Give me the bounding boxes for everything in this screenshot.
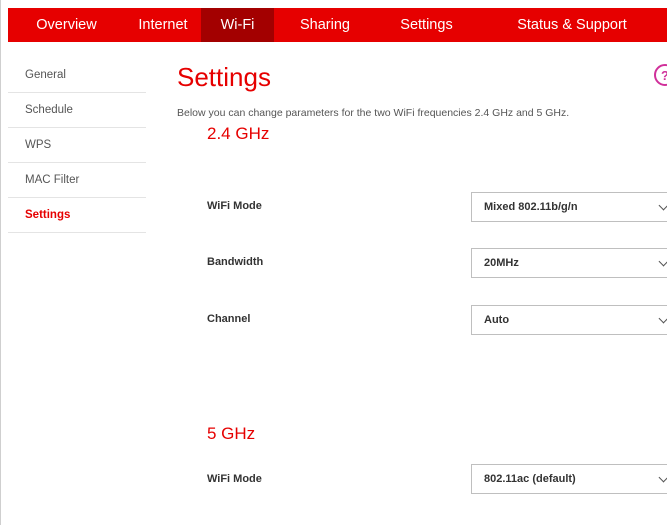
chevron-down-icon: [658, 200, 667, 211]
channel-label-2-4ghz: Channel: [207, 313, 251, 325]
wifi-mode-label-5ghz: WiFi Mode: [207, 473, 262, 485]
wifi-mode-select-2-4ghz[interactable]: Mixed 802.11b/g/n: [471, 192, 667, 222]
nav-settings[interactable]: Settings: [376, 8, 477, 42]
sidebar: General Schedule WPS MAC Filter Settings: [8, 58, 146, 233]
chevron-down-icon: [658, 472, 667, 483]
wifi-mode-value-2-4ghz: Mixed 802.11b/g/n: [484, 201, 578, 213]
nav-wifi[interactable]: Wi-Fi: [201, 8, 274, 42]
sidebar-item-mac-filter[interactable]: MAC Filter: [8, 163, 146, 198]
section-title-2-4ghz: 2.4 GHz: [207, 124, 270, 143]
wifi-mode-value-5ghz: 802.11ac (default): [484, 473, 576, 485]
wifi-mode-label-2-4ghz: WiFi Mode: [207, 200, 262, 212]
nav-status-support[interactable]: Status & Support: [477, 8, 667, 42]
channel-select-2-4ghz[interactable]: Auto: [471, 305, 667, 335]
nav-overview[interactable]: Overview: [8, 8, 125, 42]
chevron-down-icon: [658, 256, 667, 267]
sidebar-item-general[interactable]: General: [8, 58, 146, 93]
chevron-down-icon: [658, 313, 667, 324]
nav-sharing[interactable]: Sharing: [274, 8, 376, 42]
sidebar-item-wps[interactable]: WPS: [8, 128, 146, 163]
page-description: Below you can change parameters for the …: [177, 107, 570, 119]
channel-value-2-4ghz: Auto: [484, 314, 510, 326]
top-navigation: Overview Internet Wi-Fi Sharing Settings…: [8, 8, 667, 42]
page-title: Settings: [177, 62, 271, 92]
sidebar-item-settings[interactable]: Settings: [8, 198, 146, 233]
section-title-5ghz: 5 GHz: [207, 424, 256, 443]
sidebar-item-schedule[interactable]: Schedule: [8, 93, 146, 128]
bandwidth-label-2-4ghz: Bandwidth: [207, 256, 264, 268]
bandwidth-select-2-4ghz[interactable]: 20MHz: [471, 248, 667, 278]
nav-internet[interactable]: Internet: [125, 8, 201, 42]
bandwidth-value-2-4ghz: 20MHz: [484, 257, 519, 269]
wifi-mode-select-5ghz[interactable]: 802.11ac (default): [471, 464, 667, 494]
